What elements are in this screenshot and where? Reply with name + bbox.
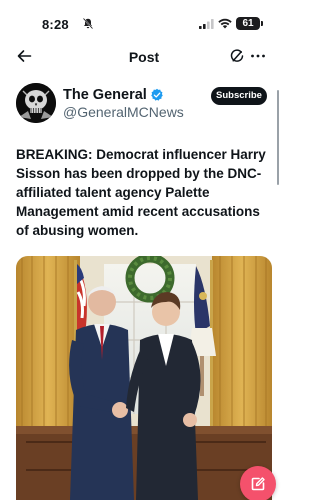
scrollbar[interactable] bbox=[277, 90, 279, 185]
more-icon[interactable] bbox=[250, 48, 266, 64]
compose-button[interactable] bbox=[240, 466, 276, 500]
battery-indicator: 61 bbox=[236, 17, 263, 30]
compose-icon bbox=[251, 477, 265, 491]
post-image[interactable] bbox=[16, 256, 272, 500]
status-time: 8:28 bbox=[42, 17, 69, 32]
bell-mute-icon bbox=[83, 18, 93, 29]
author-display-name[interactable]: The General bbox=[63, 87, 147, 103]
subscribe-button[interactable]: Subscribe bbox=[211, 87, 267, 105]
author-name-row[interactable]: The General bbox=[63, 86, 164, 104]
signal-icon bbox=[199, 19, 214, 29]
avatar[interactable] bbox=[16, 83, 56, 123]
verified-badge-icon bbox=[151, 88, 163, 101]
author-handle[interactable]: @GeneralMCNews bbox=[63, 104, 184, 120]
nav-bar: Post bbox=[0, 40, 288, 72]
reply-icon[interactable] bbox=[229, 48, 245, 64]
post-text: BREAKING: Democrat influencer Harry Siss… bbox=[16, 147, 266, 238]
status-bar: 8:28 61 bbox=[0, 0, 288, 40]
wifi-icon bbox=[218, 18, 232, 29]
